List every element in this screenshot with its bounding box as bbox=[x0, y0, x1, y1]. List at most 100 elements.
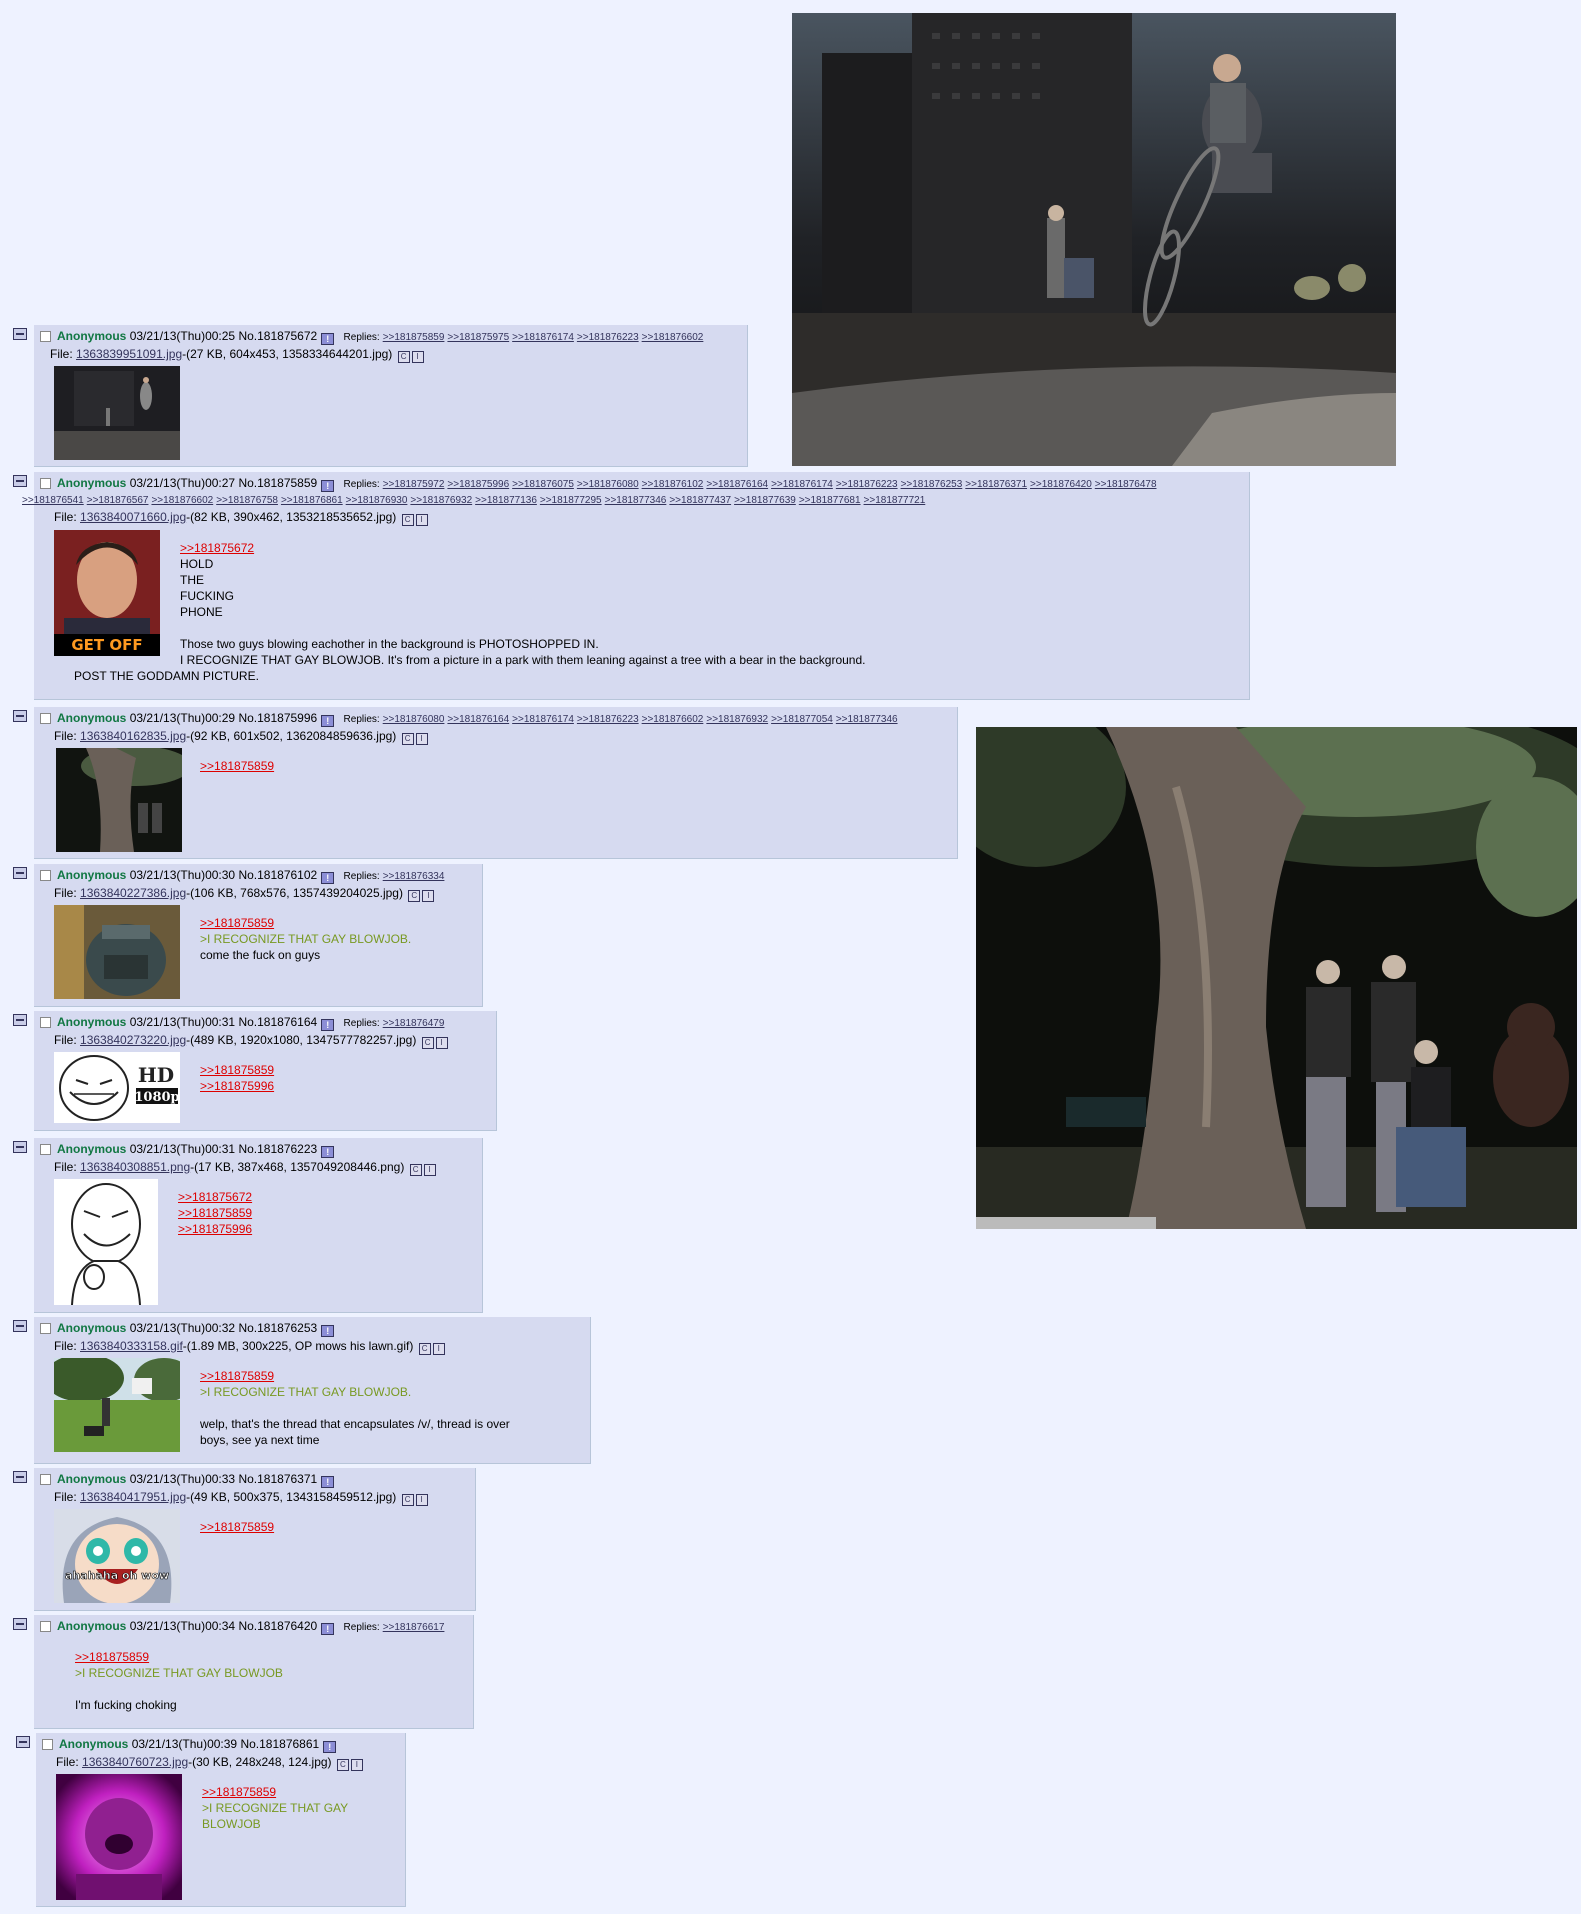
report-icon[interactable]: ! bbox=[321, 480, 335, 492]
backlink[interactable]: >>181876479 bbox=[383, 1018, 445, 1029]
backlink[interactable]: >>181875972 bbox=[383, 479, 445, 490]
google-search-icon[interactable]: C bbox=[401, 514, 414, 526]
google-search-icon[interactable]: C bbox=[418, 1343, 431, 1355]
post-checkbox[interactable] bbox=[40, 1017, 51, 1028]
backlink[interactable]: >>181876371 bbox=[965, 479, 1027, 490]
post-checkbox[interactable] bbox=[40, 1621, 51, 1632]
post-checkbox[interactable] bbox=[40, 870, 51, 881]
backlink[interactable]: >>181876174 bbox=[512, 332, 574, 343]
iqdb-search-icon[interactable]: I bbox=[423, 1164, 436, 1176]
post-checkbox[interactable] bbox=[40, 1144, 51, 1155]
backlink[interactable]: >>181877346 bbox=[836, 714, 898, 725]
report-icon[interactable]: ! bbox=[321, 1146, 335, 1158]
google-search-icon[interactable]: C bbox=[408, 890, 421, 902]
post-checkbox[interactable] bbox=[42, 1739, 53, 1750]
report-icon[interactable]: ! bbox=[321, 1019, 335, 1031]
iqdb-search-icon[interactable]: I bbox=[415, 1494, 428, 1506]
collapse-post-button[interactable] bbox=[13, 1471, 27, 1483]
report-icon[interactable]: ! bbox=[321, 1476, 335, 1488]
backlink[interactable]: >>181877437 bbox=[669, 495, 731, 506]
backlink[interactable]: >>181876478 bbox=[1095, 479, 1157, 490]
backlink[interactable]: >>181875996 bbox=[447, 479, 509, 490]
post-number[interactable]: No.181876861 bbox=[240, 1737, 319, 1751]
iqdb-search-icon[interactable]: I bbox=[411, 351, 424, 363]
backlink[interactable]: >>181876602 bbox=[151, 495, 213, 506]
post-number[interactable]: No.181875859 bbox=[238, 476, 317, 490]
iqdb-search-icon[interactable]: I bbox=[415, 514, 428, 526]
quote-link[interactable]: >>181875859 bbox=[200, 915, 411, 931]
google-search-icon[interactable]: C bbox=[336, 1759, 349, 1771]
post-number[interactable]: No.181875672 bbox=[238, 329, 317, 343]
backlink[interactable]: >>181877721 bbox=[864, 495, 926, 506]
backlink[interactable]: >>181875859 bbox=[383, 332, 445, 343]
report-icon[interactable]: ! bbox=[321, 872, 335, 884]
backlink[interactable]: >>181876164 bbox=[706, 479, 768, 490]
quote-link[interactable]: >>181875996 bbox=[178, 1221, 252, 1237]
backlink[interactable]: >>181876334 bbox=[383, 871, 445, 882]
backlink[interactable]: >>181876223 bbox=[836, 479, 898, 490]
file-link[interactable]: 1363839951091.jpg bbox=[76, 347, 182, 361]
post-thumbnail[interactable] bbox=[54, 905, 180, 999]
backlink[interactable]: >>181876080 bbox=[577, 479, 639, 490]
report-icon[interactable]: ! bbox=[321, 1325, 335, 1337]
collapse-post-button[interactable] bbox=[13, 1618, 27, 1630]
backlink[interactable]: >>181876174 bbox=[512, 714, 574, 725]
quote-link[interactable]: >>181875672 bbox=[180, 540, 865, 556]
backlink[interactable]: >>181876420 bbox=[1030, 479, 1092, 490]
backlink[interactable]: >>181876080 bbox=[383, 714, 445, 725]
file-link[interactable]: 1363840417951.jpg bbox=[80, 1490, 186, 1504]
quote-link[interactable]: >>181875859 bbox=[202, 1784, 348, 1800]
backlink[interactable]: >>181876567 bbox=[87, 495, 149, 506]
backlink[interactable]: >>181876075 bbox=[512, 479, 574, 490]
post-number[interactable]: No.181876420 bbox=[238, 1619, 317, 1633]
iqdb-search-icon[interactable]: I bbox=[432, 1343, 445, 1355]
report-icon[interactable]: ! bbox=[321, 1623, 335, 1635]
backlink[interactable]: >>181876758 bbox=[216, 495, 278, 506]
backlink[interactable]: >>181876174 bbox=[771, 479, 833, 490]
post-thumbnail[interactable] bbox=[54, 1358, 180, 1452]
post-thumbnail[interactable]: GET OFF bbox=[54, 530, 160, 656]
report-icon[interactable]: ! bbox=[321, 715, 335, 727]
google-search-icon[interactable]: C bbox=[397, 351, 410, 363]
post-number[interactable]: No.181876253 bbox=[238, 1321, 317, 1335]
post-thumbnail[interactable] bbox=[54, 1179, 158, 1305]
expanded-image-tree-park[interactable] bbox=[976, 727, 1577, 1229]
iqdb-search-icon[interactable]: I bbox=[435, 1037, 448, 1049]
post-checkbox[interactable] bbox=[40, 713, 51, 724]
collapse-post-button[interactable] bbox=[13, 475, 27, 487]
backlink[interactable]: >>181876164 bbox=[447, 714, 509, 725]
post-number[interactable]: No.181876102 bbox=[238, 868, 317, 882]
post-number[interactable]: No.181876223 bbox=[238, 1142, 317, 1156]
file-link[interactable]: 1363840760723.jpg bbox=[82, 1755, 188, 1769]
google-search-icon[interactable]: C bbox=[401, 733, 414, 745]
backlink[interactable]: >>181876861 bbox=[281, 495, 343, 506]
backlink[interactable]: >>181877681 bbox=[799, 495, 861, 506]
google-search-icon[interactable]: C bbox=[401, 1494, 414, 1506]
post-checkbox[interactable] bbox=[40, 1323, 51, 1334]
file-link[interactable]: 1363840333158.gif bbox=[80, 1339, 183, 1353]
quote-link[interactable]: >>181875859 bbox=[178, 1205, 252, 1221]
backlink[interactable]: >>181877346 bbox=[605, 495, 667, 506]
post-thumbnail[interactable]: ahahaha oh wow bbox=[54, 1509, 180, 1603]
backlink[interactable]: >>181876932 bbox=[410, 495, 472, 506]
file-link[interactable]: 1363840308851.png bbox=[80, 1160, 190, 1174]
quote-link[interactable]: >>181875859 bbox=[200, 1519, 274, 1535]
backlink[interactable]: >>181875975 bbox=[447, 332, 509, 343]
post-checkbox[interactable] bbox=[40, 1474, 51, 1485]
quote-link[interactable]: >>181875859 bbox=[200, 1062, 274, 1078]
post-number[interactable]: No.181876371 bbox=[238, 1472, 317, 1486]
post-thumbnail[interactable] bbox=[56, 1774, 182, 1900]
quote-link[interactable]: >>181875859 bbox=[75, 1649, 283, 1665]
backlink[interactable]: >>181876602 bbox=[642, 332, 704, 343]
backlink[interactable]: >>181877639 bbox=[734, 495, 796, 506]
iqdb-search-icon[interactable]: I bbox=[350, 1759, 363, 1771]
collapse-post-button[interactable] bbox=[16, 1736, 30, 1748]
quote-link[interactable]: >>181875672 bbox=[178, 1189, 252, 1205]
file-link[interactable]: 1363840162835.jpg bbox=[80, 729, 186, 743]
collapse-post-button[interactable] bbox=[13, 328, 27, 340]
backlink[interactable]: >>181876253 bbox=[901, 479, 963, 490]
file-link[interactable]: 1363840227386.jpg bbox=[80, 886, 186, 900]
backlink[interactable]: >>181876617 bbox=[383, 1622, 445, 1633]
file-link[interactable]: 1363840071660.jpg bbox=[80, 510, 186, 524]
google-search-icon[interactable]: C bbox=[421, 1037, 434, 1049]
